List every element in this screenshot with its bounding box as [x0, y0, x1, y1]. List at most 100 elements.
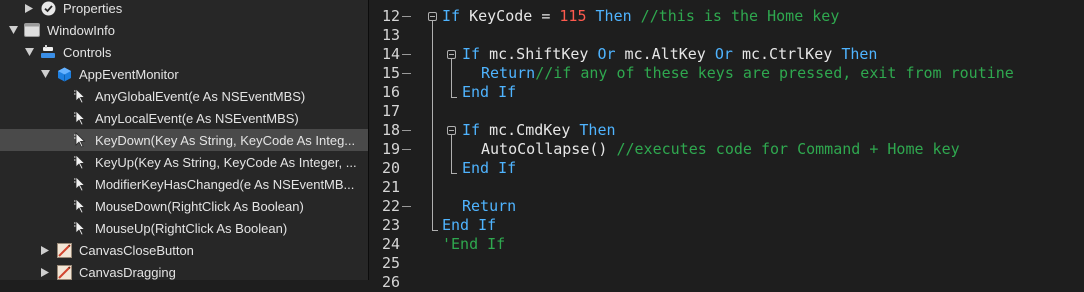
nav-item-controls[interactable]: Controls — [0, 41, 368, 63]
code-text: mc.CmdKey — [480, 121, 580, 139]
code-line-22[interactable]: Return — [462, 197, 516, 216]
comment: //executes code for Command + Home key — [616, 140, 960, 158]
code-line-23[interactable]: End If — [442, 216, 496, 235]
nav-event-anylocalevent[interactable]: AnyLocalEvent(e As NSEventMBS) — [0, 107, 368, 129]
line-number: 20 — [381, 159, 400, 177]
fold-guide — [432, 21, 433, 231]
nav-event-modifierkeyhaschanged[interactable]: ModifierKeyHasChanged(e As NSEventMB... — [0, 173, 368, 195]
nav-item-label: AnyGlobalEvent(e As NSEventMBS) — [95, 88, 306, 104]
code-text: mc.CtrlKey — [732, 45, 842, 63]
disclosure-triangle-expanded-icon[interactable] — [24, 47, 34, 57]
controls-icon — [40, 44, 56, 60]
event-cursor-icon — [72, 154, 88, 170]
nav-item-label: CanvasCloseButton — [79, 242, 194, 258]
event-cursor-icon — [72, 198, 88, 214]
nav-item-appeventmonitor[interactable]: AppEventMonitor — [0, 63, 368, 85]
line-number: 25 — [381, 254, 400, 272]
code-text: mc.ShiftKey — [480, 45, 598, 63]
line-number: 12 — [381, 7, 400, 25]
keyword: Return — [481, 64, 536, 82]
project-navigator: Properties WindowInfo Controls AppEventM… — [0, 0, 368, 280]
keyword: Then — [579, 121, 616, 139]
line-number: 15 — [381, 64, 400, 82]
code-line-15[interactable]: Return//if any of these keys are pressed… — [481, 64, 1014, 83]
keyword: Return — [462, 197, 517, 215]
line-number: 19 — [381, 140, 400, 158]
line-number: 26 — [381, 273, 400, 291]
code-line-19[interactable]: AutoCollapse() //executes code for Comma… — [481, 140, 960, 159]
nav-item-properties[interactable]: Properties — [0, 0, 368, 19]
disclosure-triangle-expanded-icon[interactable] — [8, 25, 18, 35]
nav-item-label: Controls — [63, 44, 112, 60]
number-literal: 115 — [559, 7, 587, 25]
event-cursor-icon — [72, 88, 88, 104]
disclosure-triangle-expanded-icon[interactable] — [40, 69, 50, 79]
nav-item-label: WindowInfo — [47, 22, 115, 38]
code-text: KeyCode = — [460, 7, 560, 25]
fold-guide — [451, 59, 452, 98]
line-marker — [402, 149, 411, 150]
code-line-16[interactable]: End If — [462, 83, 516, 102]
code-text: mc.AltKey — [615, 45, 715, 63]
nav-item-label: KeyUp(Key As String, KeyCode As Integer,… — [95, 154, 357, 170]
keyword: If — [462, 121, 481, 139]
keyword: End If — [442, 216, 497, 234]
event-cursor-icon — [72, 110, 88, 126]
keyword: If — [462, 45, 481, 63]
keyword: If — [442, 7, 461, 25]
line-number: 14 — [381, 45, 400, 63]
line-number: 13 — [381, 26, 400, 44]
event-cursor-icon — [72, 132, 88, 148]
fold-toggle-icon[interactable] — [428, 12, 437, 21]
line-marker — [402, 54, 411, 55]
line-number: 22 — [381, 197, 400, 215]
nav-event-mouseup[interactable]: MouseUp(RightClick As Boolean) — [0, 217, 368, 239]
nav-item-label: Properties — [63, 0, 123, 16]
disclosure-triangle-collapsed-icon[interactable] — [40, 245, 50, 255]
line-number: 16 — [381, 83, 400, 101]
line-marker — [402, 73, 411, 74]
nav-event-keyup[interactable]: KeyUp(Key As String, KeyCode As Integer,… — [0, 151, 368, 173]
disclosure-triangle-collapsed-icon[interactable] — [40, 267, 50, 277]
keyword: Or — [714, 45, 733, 63]
fold-guide — [451, 135, 452, 174]
code-line-14[interactable]: If mc.ShiftKey Or mc.AltKey Or mc.CtrlKe… — [462, 45, 877, 64]
disclosure-triangle-collapsed-icon[interactable] — [24, 3, 34, 13]
fold-toggle-icon[interactable] — [447, 50, 456, 59]
code-line-12[interactable]: If KeyCode = 115 Then //this is the Home… — [442, 7, 839, 26]
code-line-18[interactable]: If mc.CmdKey Then — [462, 121, 616, 140]
comment: 'End If — [442, 235, 506, 253]
keyword: End If — [462, 159, 517, 177]
nav-item-label: KeyDown(Key As String, KeyCode As Integ.… — [95, 132, 356, 148]
line-marker — [402, 206, 411, 207]
code-line-24[interactable]: 'End If — [442, 235, 505, 254]
nav-item-label: CanvasDragging — [79, 264, 176, 280]
line-number: 21 — [381, 178, 400, 196]
comment: //this is the Home key — [631, 7, 840, 25]
keyword: Then — [586, 7, 632, 25]
nav-item-label: MouseDown(RightClick As Boolean) — [95, 198, 304, 214]
nav-item-label: AnyLocalEvent(e As NSEventMBS) — [95, 110, 299, 126]
line-number: 18 — [381, 121, 400, 139]
nav-item-label: ModifierKeyHasChanged(e As NSEventMB... — [95, 176, 355, 192]
nav-item-label: MouseUp(RightClick As Boolean) — [95, 220, 288, 236]
nav-item-canvasdragging[interactable]: CanvasDragging — [0, 261, 368, 280]
fold-guide — [432, 230, 438, 231]
fold-toggle-icon[interactable] — [447, 126, 456, 135]
nav-event-mousedown[interactable]: MouseDown(RightClick As Boolean) — [0, 195, 368, 217]
fold-guide — [451, 97, 457, 98]
line-number: 24 — [381, 235, 400, 253]
nav-event-keydown-selected[interactable]: KeyDown(Key As String, KeyCode As Integ.… — [0, 129, 368, 151]
nav-item-windowinfo[interactable]: WindowInfo — [0, 19, 368, 41]
event-cursor-icon — [72, 176, 88, 192]
keyword: Or — [597, 45, 616, 63]
nav-event-anyglobalevent[interactable]: AnyGlobalEvent(e As NSEventMBS) — [0, 85, 368, 107]
nav-item-canvasclosebutton[interactable]: CanvasCloseButton — [0, 239, 368, 261]
line-marker — [402, 16, 411, 17]
nav-item-label: AppEventMonitor — [79, 66, 179, 82]
code-line-20[interactable]: End If — [462, 159, 516, 178]
code-text: AutoCollapse() — [481, 140, 617, 158]
event-cursor-icon — [72, 220, 88, 236]
canvas-icon — [56, 242, 72, 258]
keyword: Then — [841, 45, 878, 63]
